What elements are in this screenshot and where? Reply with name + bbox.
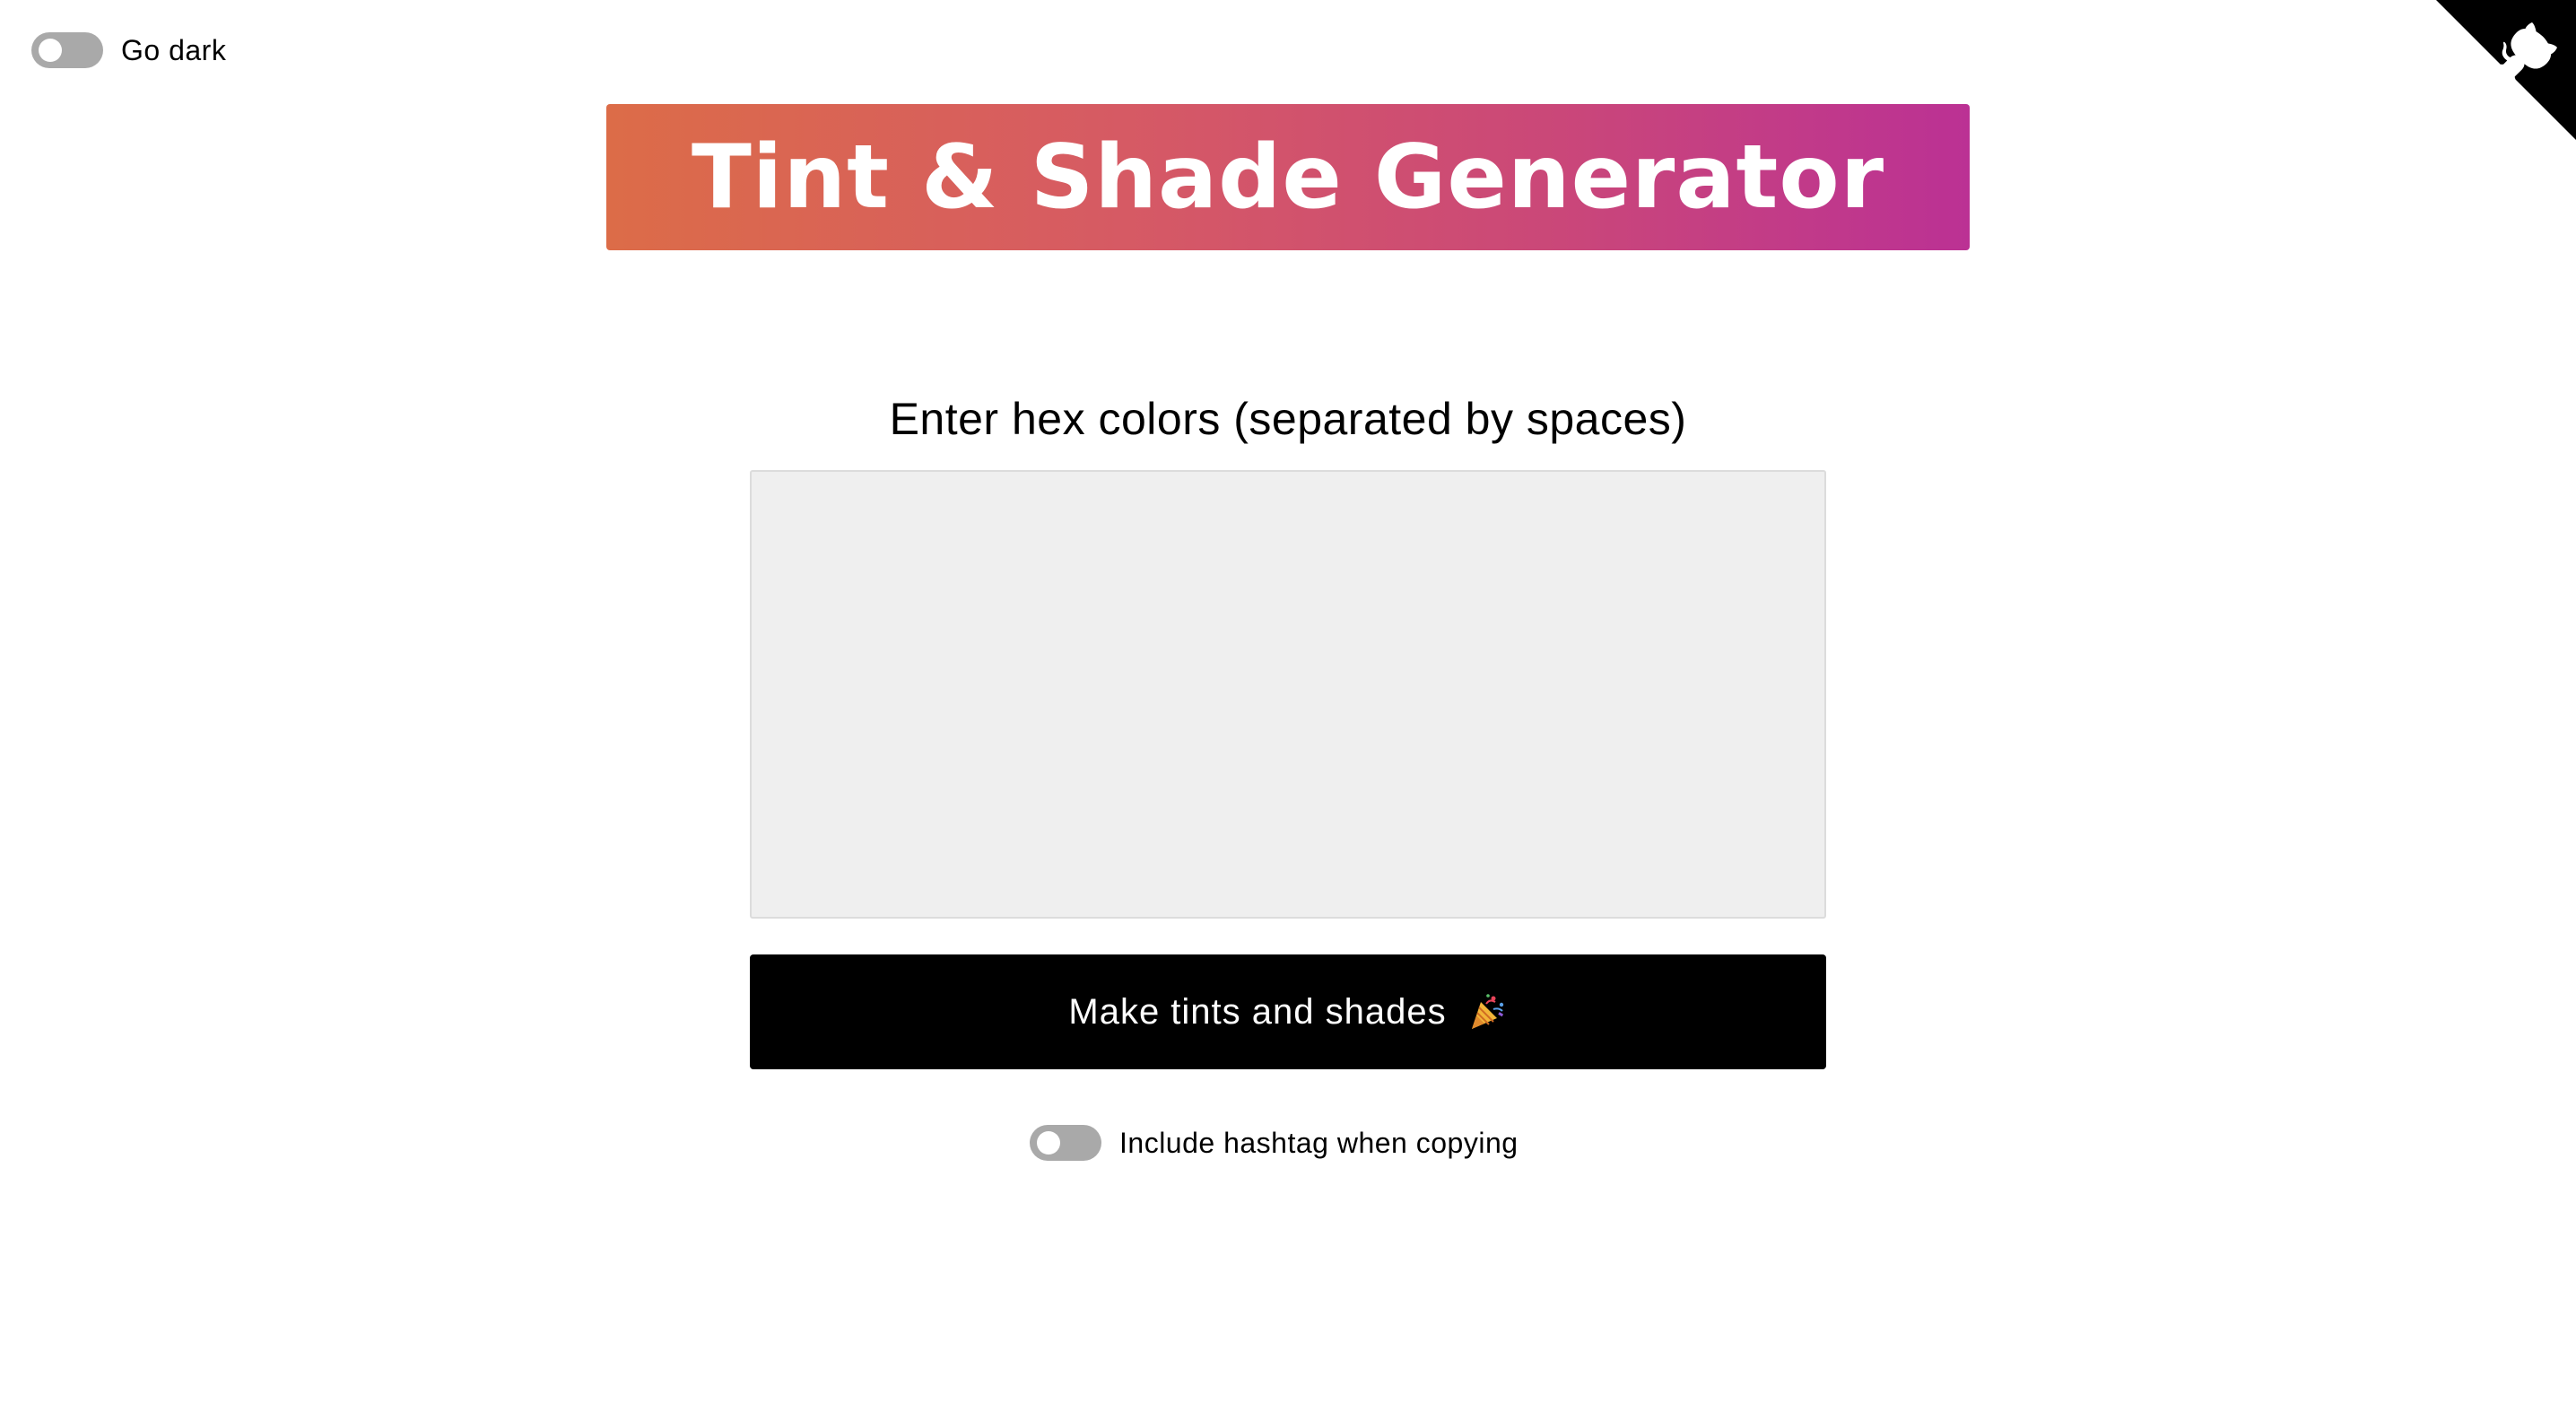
github-corner-link[interactable]: [2436, 0, 2576, 140]
dark-mode-toggle[interactable]: Go dark: [31, 32, 226, 68]
page-title: Tint & Shade Generator: [691, 126, 1885, 229]
header-banner: Tint & Shade Generator: [606, 104, 1970, 250]
make-tints-and-shades-button[interactable]: Make tints and shades: [750, 954, 1826, 1069]
include-hashtag-toggle[interactable]: Include hashtag when copying: [1030, 1125, 1519, 1161]
make-tints-button-label: Make tints and shades: [1068, 991, 1447, 1032]
color-input-label: Enter hex colors (separated by spaces): [889, 394, 1687, 444]
dark-mode-label: Go dark: [121, 33, 227, 66]
hex-colors-input[interactable]: [750, 470, 1826, 919]
include-hashtag-switch[interactable]: [1030, 1125, 1101, 1161]
dark-mode-switch[interactable]: [31, 32, 103, 68]
switch-knob: [1037, 1131, 1060, 1155]
party-popper-icon: [1466, 991, 1508, 1033]
github-octocat-icon: [2436, 0, 2576, 140]
include-hashtag-label: Include hashtag when copying: [1119, 1126, 1519, 1159]
switch-knob: [39, 39, 62, 62]
